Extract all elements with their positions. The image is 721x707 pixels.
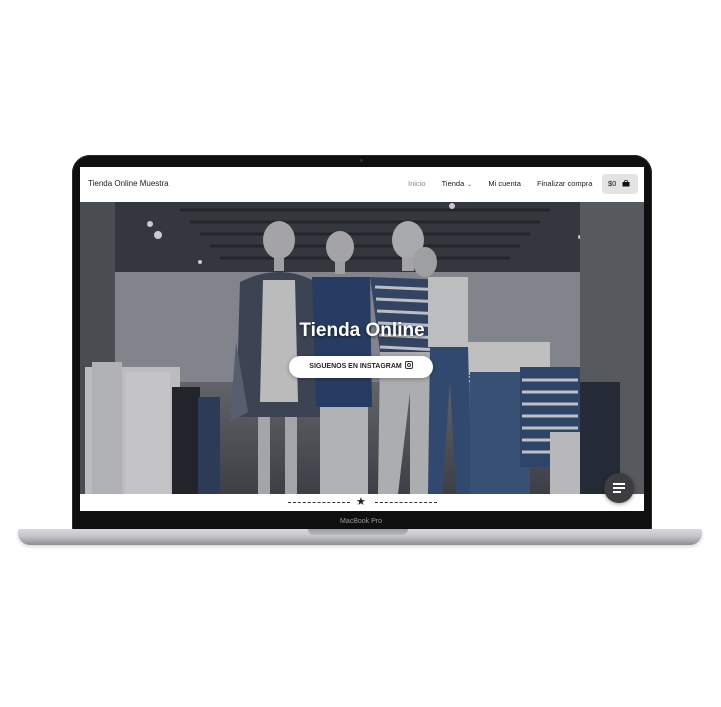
nav-item-shop[interactable]: Tienda ⌄ <box>442 179 473 188</box>
instagram-follow-button[interactable]: SIGUENOS EN INSTAGRAM <box>289 356 433 378</box>
menu-button[interactable] <box>604 473 634 503</box>
hero-banner: RESER <box>80 202 644 494</box>
section-divider: ★ <box>80 494 644 511</box>
instagram-icon <box>404 361 413 369</box>
instagram-follow-label: SIGUENOS EN INSTAGRAM <box>309 363 402 370</box>
laptop-notch <box>308 529 408 535</box>
menu-icon-line-1 <box>613 483 625 485</box>
menu-icon-line-3 <box>613 491 621 493</box>
nav-item-home[interactable]: Inicio <box>408 179 426 188</box>
chevron-down-icon: ⌄ <box>467 182 473 188</box>
menu-icon-line-2 <box>613 487 625 489</box>
website-screen: Tienda Online Muestra Inicio Tienda ⌄ Mi … <box>80 167 644 511</box>
device-brand-label: MacBook Pro <box>339 518 383 525</box>
hero-background-image: RESER <box>80 202 644 494</box>
site-header: Tienda Online Muestra Inicio Tienda ⌄ Mi … <box>80 167 644 203</box>
cart-button[interactable]: $0 <box>602 174 638 194</box>
site-title[interactable]: Tienda Online Muestra <box>88 179 169 188</box>
camera-dot <box>360 159 363 162</box>
main-nav: Inicio Tienda ⌄ Mi cuenta Finalizar compr… <box>408 179 592 188</box>
nav-item-account[interactable]: Mi cuenta <box>488 179 521 188</box>
nav-item-checkout[interactable]: Finalizar compra <box>537 179 592 188</box>
divider-line-right <box>375 502 437 503</box>
cart-amount: $0 <box>608 179 617 188</box>
mockup-stage: MacBook Pro Tienda Online Muestra Inicio… <box>0 0 721 707</box>
hero-title: Tienda Online <box>299 320 425 341</box>
divider-line-left <box>288 502 350 503</box>
nav-item-shop-label: Tienda <box>441 179 465 188</box>
star-icon: ★ <box>356 496 366 508</box>
shopping-bag-icon <box>622 180 630 187</box>
